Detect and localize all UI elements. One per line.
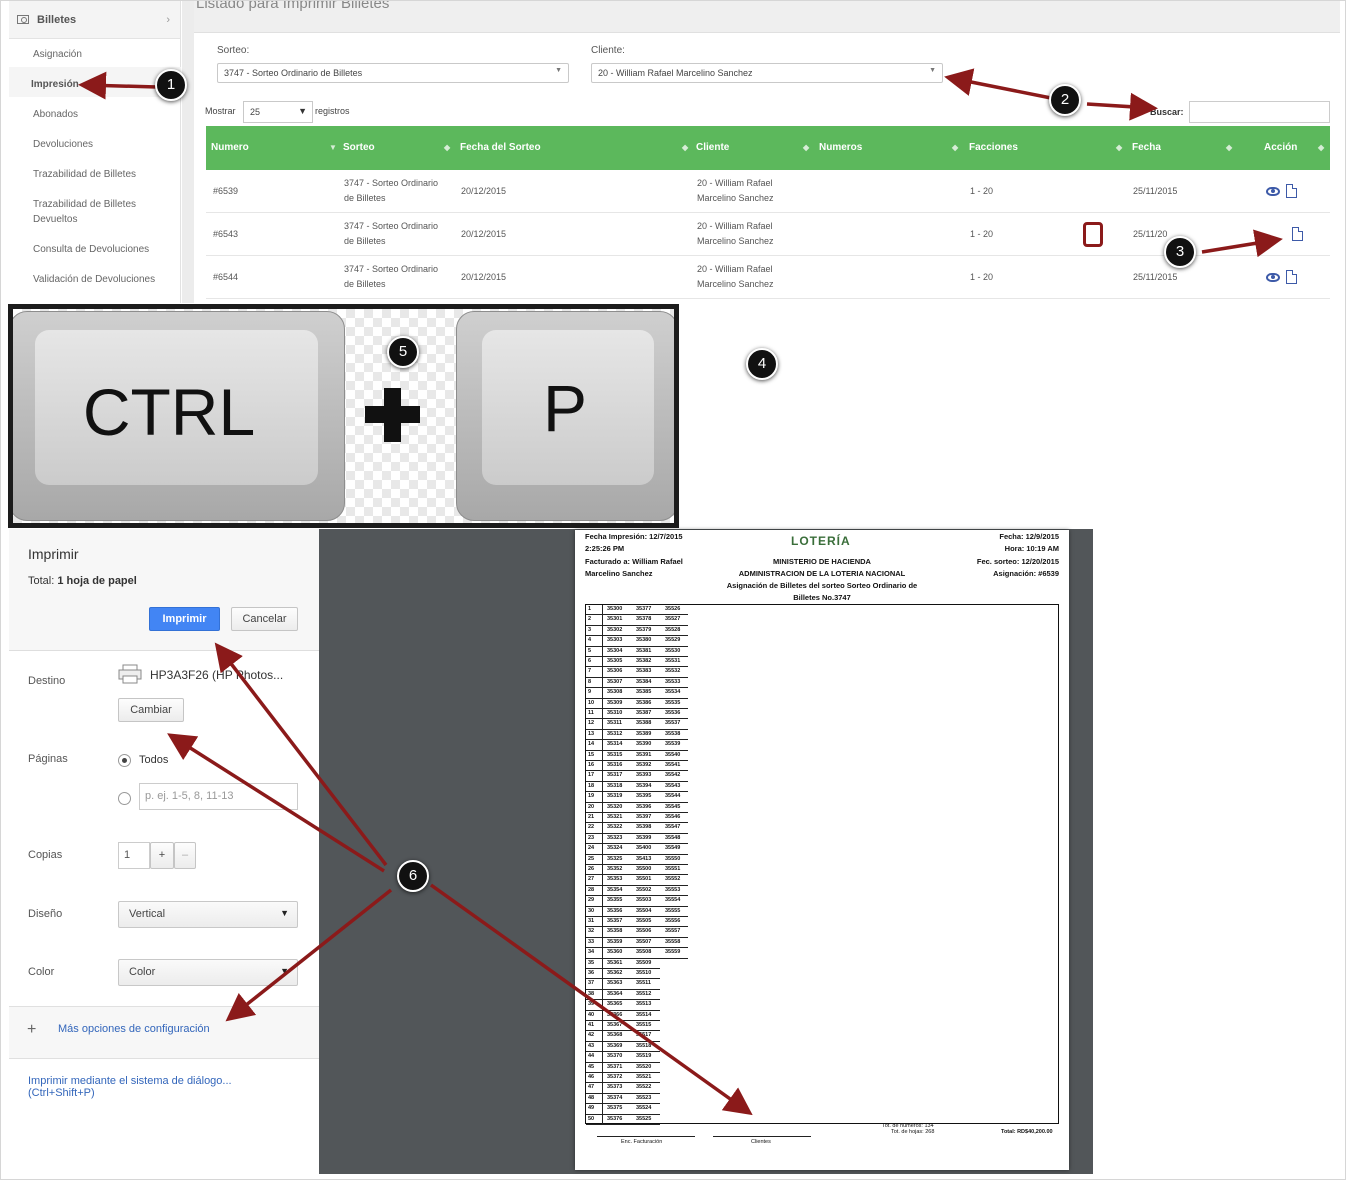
step-marker-2: 2 [1049,84,1081,116]
arrow-6-preview [429,883,753,1116]
step-marker-3: 3 [1164,236,1196,268]
arrow-2a [944,68,1052,100]
arrow-6-change [167,733,385,873]
annotation-arrows [78,68,1283,1116]
arrow-6-print [214,642,388,867]
arrow-3 [1201,229,1283,258]
step-marker-4: 4 [746,348,778,380]
tutorial-screenshot: Billetes › Asignación Impresión Abonados… [0,0,1346,1180]
arrow-6-more [225,888,393,1022]
step-marker-6: 6 [397,860,429,892]
step-marker-5: 5 [387,336,419,368]
step-marker-1: 1 [155,69,187,101]
arrow-2b [1086,92,1158,121]
arrow-1 [78,71,158,100]
